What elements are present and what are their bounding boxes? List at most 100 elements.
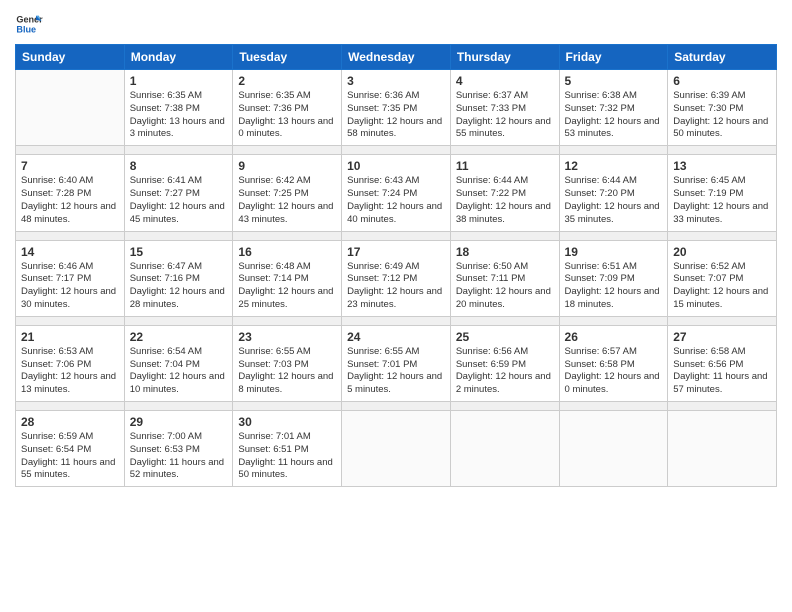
day-info: Sunrise: 6:56 AMSunset: 6:59 PMDaylight:… (456, 346, 554, 397)
week-separator (16, 146, 777, 155)
day-number: 2 (238, 74, 336, 88)
calendar-day-cell: 15Sunrise: 6:47 AMSunset: 7:16 PMDayligh… (124, 240, 233, 316)
calendar-day-cell: 23 Sunrise: 6:55 AMSunset: 7:03 PMDayligh… (233, 325, 342, 401)
day-number: 29 (130, 415, 228, 429)
calendar-week-row: 1 Sunrise: 6:35 AMSunset: 7:38 PMDaylight… (16, 70, 777, 146)
calendar-day-cell (668, 411, 777, 487)
day-number: 24 (347, 330, 445, 344)
day-number: 5 (565, 74, 663, 88)
day-info: Sunrise: 6:46 AMSunset: 7:17 PMDaylight:… (21, 261, 119, 312)
day-info: Sunrise: 6:42 AMSunset: 7:25 PMDaylight:… (238, 175, 336, 226)
calendar-day-cell: 27Sunrise: 6:58 AMSunset: 6:56 PMDayligh… (668, 325, 777, 401)
day-number: 1 (130, 74, 228, 88)
day-number: 11 (456, 159, 554, 173)
calendar-day-cell: 9 Sunrise: 6:42 AMSunset: 7:25 PMDaylight… (233, 155, 342, 231)
day-number: 6 (673, 74, 771, 88)
day-info: Sunrise: 6:44 AMSunset: 7:20 PMDaylight:… (565, 175, 663, 226)
day-number: 14 (21, 245, 119, 259)
day-info: Sunrise: 6:54 AMSunset: 7:04 PMDaylight:… (130, 346, 228, 397)
weekday-header: Wednesday (342, 45, 451, 70)
day-info: Sunrise: 6:45 AMSunset: 7:19 PMDaylight:… (673, 175, 771, 226)
day-number: 7 (21, 159, 119, 173)
day-number: 15 (130, 245, 228, 259)
calendar-table: SundayMondayTuesdayWednesdayThursdayFrid… (15, 44, 777, 487)
week-separator (16, 402, 777, 411)
svg-text:Blue: Blue (16, 24, 36, 34)
day-info: Sunrise: 7:00 AMSunset: 6:53 PMDaylight:… (130, 431, 228, 482)
day-number: 3 (347, 74, 445, 88)
day-number: 18 (456, 245, 554, 259)
calendar-day-cell: 5 Sunrise: 6:38 AMSunset: 7:32 PMDaylight… (559, 70, 668, 146)
day-number: 28 (21, 415, 119, 429)
calendar-day-cell (16, 70, 125, 146)
day-number: 12 (565, 159, 663, 173)
calendar-day-cell: 30Sunrise: 7:01 AMSunset: 6:51 PMDayligh… (233, 411, 342, 487)
logo-icon: General Blue (15, 10, 43, 38)
calendar-day-cell: 6 Sunrise: 6:39 AMSunset: 7:30 PMDaylight… (668, 70, 777, 146)
calendar-week-row: 28 Sunrise: 6:59 AMSunset: 6:54 PMDayligh… (16, 411, 777, 487)
day-info: Sunrise: 6:49 AMSunset: 7:12 PMDaylight:… (347, 261, 445, 312)
calendar-week-row: 21 Sunrise: 6:53 AMSunset: 7:06 PMDayligh… (16, 325, 777, 401)
calendar-week-row: 14 Sunrise: 6:46 AMSunset: 7:17 PMDayligh… (16, 240, 777, 316)
weekday-header: Friday (559, 45, 668, 70)
calendar-day-cell: 1 Sunrise: 6:35 AMSunset: 7:38 PMDaylight… (124, 70, 233, 146)
calendar-day-cell (342, 411, 451, 487)
calendar-day-cell: 17Sunrise: 6:49 AMSunset: 7:12 PMDayligh… (342, 240, 451, 316)
day-info: Sunrise: 6:37 AMSunset: 7:33 PMDaylight:… (456, 90, 554, 141)
calendar-day-cell: 12 Sunrise: 6:44 AMSunset: 7:20 PMDayligh… (559, 155, 668, 231)
day-info: Sunrise: 6:57 AMSunset: 6:58 PMDaylight:… (565, 346, 663, 397)
day-info: Sunrise: 6:44 AMSunset: 7:22 PMDaylight:… (456, 175, 554, 226)
calendar-day-cell: 16 Sunrise: 6:48 AMSunset: 7:14 PMDayligh… (233, 240, 342, 316)
calendar-day-cell: 7 Sunrise: 6:40 AMSunset: 7:28 PMDaylight… (16, 155, 125, 231)
calendar-day-cell: 3 Sunrise: 6:36 AMSunset: 7:35 PMDaylight… (342, 70, 451, 146)
calendar-day-cell: 22 Sunrise: 6:54 AMSunset: 7:04 PMDayligh… (124, 325, 233, 401)
day-info: Sunrise: 6:53 AMSunset: 7:06 PMDaylight:… (21, 346, 119, 397)
day-number: 9 (238, 159, 336, 173)
day-info: Sunrise: 6:35 AMSunset: 7:38 PMDaylight:… (130, 90, 228, 141)
calendar-day-cell: 2 Sunrise: 6:35 AMSunset: 7:36 PMDaylight… (233, 70, 342, 146)
day-info: Sunrise: 6:40 AMSunset: 7:28 PMDaylight:… (21, 175, 119, 226)
day-number: 16 (238, 245, 336, 259)
day-number: 26 (565, 330, 663, 344)
day-number: 21 (21, 330, 119, 344)
day-info: Sunrise: 6:55 AMSunset: 7:03 PMDaylight:… (238, 346, 336, 397)
calendar-day-cell: 8Sunrise: 6:41 AMSunset: 7:27 PMDaylight… (124, 155, 233, 231)
week-separator (16, 231, 777, 240)
day-info: Sunrise: 6:52 AMSunset: 7:07 PMDaylight:… (673, 261, 771, 312)
day-number: 22 (130, 330, 228, 344)
calendar-day-cell: 11 Sunrise: 6:44 AMSunset: 7:22 PMDayligh… (450, 155, 559, 231)
day-number: 8 (130, 159, 228, 173)
calendar-day-cell: 26 Sunrise: 6:57 AMSunset: 6:58 PMDayligh… (559, 325, 668, 401)
weekday-header: Tuesday (233, 45, 342, 70)
week-separator (16, 316, 777, 325)
day-info: Sunrise: 6:50 AMSunset: 7:11 PMDaylight:… (456, 261, 554, 312)
calendar-day-cell: 25 Sunrise: 6:56 AMSunset: 6:59 PMDayligh… (450, 325, 559, 401)
calendar-day-cell: 21 Sunrise: 6:53 AMSunset: 7:06 PMDayligh… (16, 325, 125, 401)
calendar-day-cell: 14 Sunrise: 6:46 AMSunset: 7:17 PMDayligh… (16, 240, 125, 316)
day-number: 23 (238, 330, 336, 344)
day-number: 4 (456, 74, 554, 88)
day-info: Sunrise: 6:48 AMSunset: 7:14 PMDaylight:… (238, 261, 336, 312)
day-info: Sunrise: 6:51 AMSunset: 7:09 PMDaylight:… (565, 261, 663, 312)
day-info: Sunrise: 6:59 AMSunset: 6:54 PMDaylight:… (21, 431, 119, 482)
weekday-header: Sunday (16, 45, 125, 70)
calendar-day-cell: 28 Sunrise: 6:59 AMSunset: 6:54 PMDayligh… (16, 411, 125, 487)
day-info: Sunrise: 6:36 AMSunset: 7:35 PMDaylight:… (347, 90, 445, 141)
day-info: Sunrise: 6:43 AMSunset: 7:24 PMDaylight:… (347, 175, 445, 226)
calendar-header-row: SundayMondayTuesdayWednesdayThursdayFrid… (16, 45, 777, 70)
calendar-day-cell: 19Sunrise: 6:51 AMSunset: 7:09 PMDayligh… (559, 240, 668, 316)
logo: General Blue (15, 10, 43, 38)
calendar-day-cell: 4 Sunrise: 6:37 AMSunset: 7:33 PMDaylight… (450, 70, 559, 146)
day-info: Sunrise: 7:01 AMSunset: 6:51 PMDaylight:… (238, 431, 336, 482)
day-number: 13 (673, 159, 771, 173)
day-info: Sunrise: 6:35 AMSunset: 7:36 PMDaylight:… (238, 90, 336, 141)
day-info: Sunrise: 6:38 AMSunset: 7:32 PMDaylight:… (565, 90, 663, 141)
day-number: 25 (456, 330, 554, 344)
weekday-header: Thursday (450, 45, 559, 70)
day-number: 20 (673, 245, 771, 259)
calendar-day-cell: 20 Sunrise: 6:52 AMSunset: 7:07 PMDayligh… (668, 240, 777, 316)
calendar-day-cell (559, 411, 668, 487)
calendar-day-cell: 10Sunrise: 6:43 AMSunset: 7:24 PMDayligh… (342, 155, 451, 231)
day-info: Sunrise: 6:58 AMSunset: 6:56 PMDaylight:… (673, 346, 771, 397)
day-info: Sunrise: 6:39 AMSunset: 7:30 PMDaylight:… (673, 90, 771, 141)
